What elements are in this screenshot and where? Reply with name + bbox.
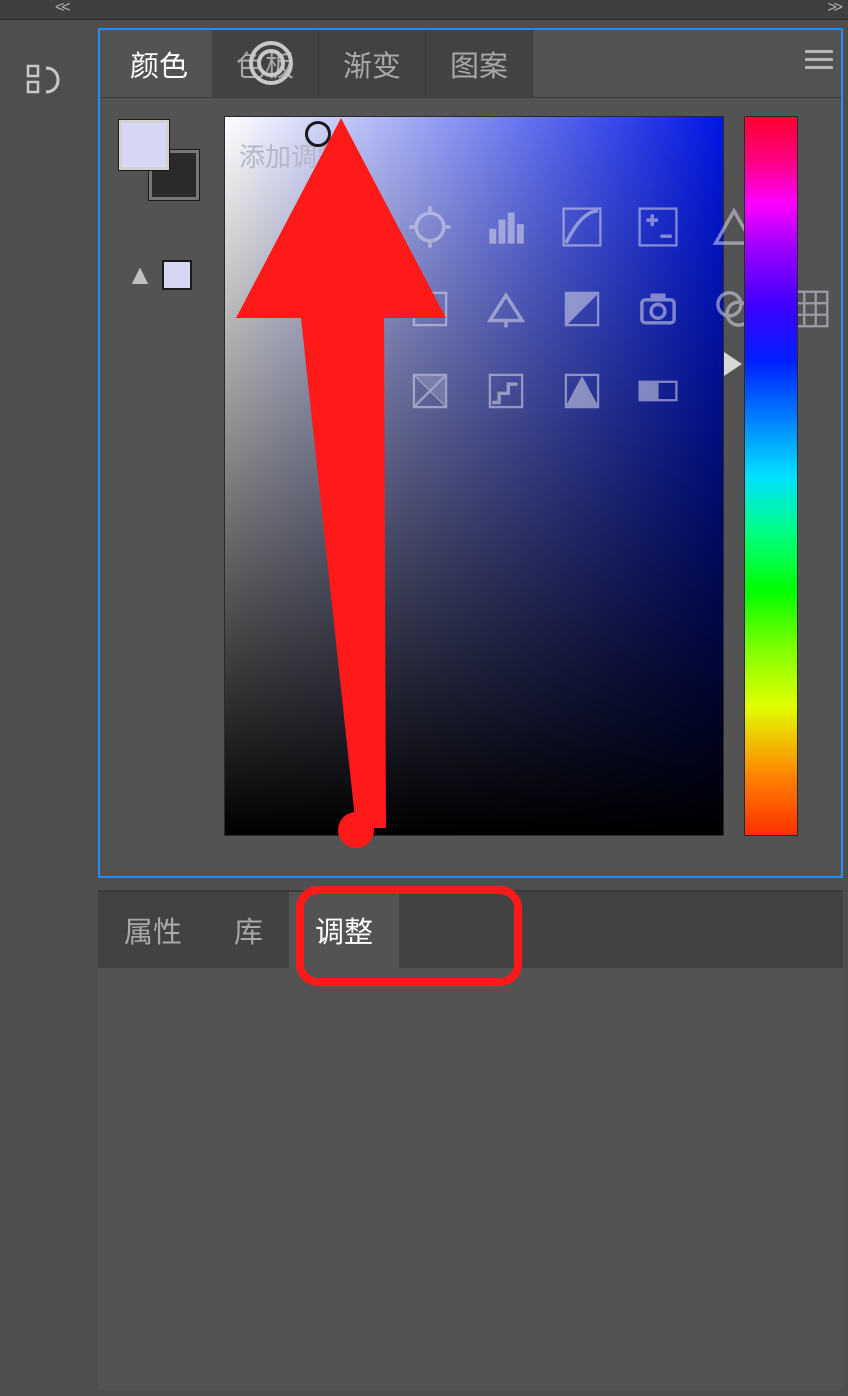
gamut-warning[interactable]: ▲ [126,260,192,290]
color-picker-cursor[interactable] [305,121,331,147]
tab-libraries[interactable]: 库 [208,892,289,968]
panel-menu-icon[interactable] [805,50,833,74]
exposure-icon[interactable] [633,202,683,252]
warning-icon: ▲ [126,261,154,289]
tab-pattern[interactable]: 图案 [426,30,533,97]
hue-slider-thumb[interactable] [724,352,742,376]
black-white-icon[interactable] [557,284,607,334]
invert-icon[interactable] [405,366,455,416]
posterize-icon[interactable] [481,366,531,416]
top-collapse-bar: << >> [0,0,848,20]
color-balance-icon[interactable] [481,284,531,334]
photo-filter-icon[interactable] [633,284,683,334]
gradient-map-icon[interactable] [633,366,683,416]
tab-adjustments[interactable]: 调整 [289,892,399,968]
lower-panel-tabs: 属性 库 调整 [98,892,843,968]
fg-bg-swatch[interactable] [119,120,199,200]
saturation-value-field[interactable]: 添加调整 [224,116,724,836]
left-tool-rail [0,20,88,120]
tab-gradient[interactable]: 渐变 [319,30,426,97]
collapse-right-icon[interactable]: >> [827,0,840,16]
threshold-icon[interactable] [557,366,607,416]
collapse-left-icon[interactable]: << [55,0,68,16]
foreground-color-swatch[interactable] [119,120,169,170]
swatch-column: ▲ [114,116,204,836]
curves-icon[interactable] [557,202,607,252]
annotation-circle [246,38,296,88]
color-panel-tabs: 颜色 色板 渐变 图案 [100,30,841,98]
tab-properties[interactable]: 属性 [98,892,208,968]
closest-color-swatch[interactable] [162,260,192,290]
adjustments-panel: 属性 库 调整 [98,890,843,1390]
brightness-contrast-icon[interactable] [405,202,455,252]
hue-saturation-icon[interactable] [405,284,455,334]
hue-slider[interactable] [744,116,798,836]
color-panel: 颜色 色板 渐变 图案 ▲ 添加调整 [98,28,843,878]
panels-icon[interactable] [24,60,64,105]
tab-color[interactable]: 颜色 [106,30,212,97]
levels-icon[interactable] [481,202,531,252]
color-panel-body: ▲ 添加调整 [100,98,841,850]
hue-column [744,116,800,836]
